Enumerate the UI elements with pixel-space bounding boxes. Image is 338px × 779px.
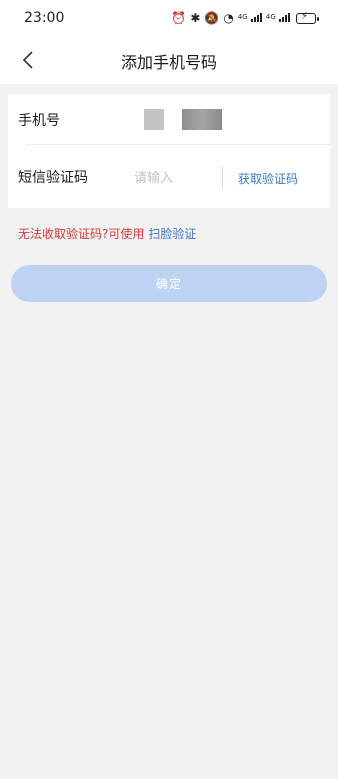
status-icons: ⏰ ✱ 🔕 ◔ 4G 4G ⚡ bbox=[171, 11, 319, 25]
get-code-button[interactable]: 获取验证码 bbox=[238, 170, 298, 187]
network-type-label: 4G bbox=[265, 12, 276, 21]
phone-label: 手机号 bbox=[18, 113, 60, 129]
nav-bar: 添加手机号码 bbox=[0, 36, 338, 84]
fallback-line: 无法收取验证码?可使用 扫脸验证 bbox=[18, 225, 196, 242]
network-type-label: 4G bbox=[237, 12, 248, 21]
chevron-left-icon bbox=[22, 51, 33, 69]
signal-icon: 4G bbox=[266, 12, 290, 25]
face-verify-link[interactable]: 扫脸验证 bbox=[148, 227, 196, 241]
status-bar: 23:00 ⏰ ✱ 🔕 ◔ 4G 4G ⚡ bbox=[0, 0, 338, 36]
bluetooth-icon: ✱ bbox=[190, 11, 201, 25]
mute-icon: 🔕 bbox=[204, 11, 220, 25]
mask-block bbox=[144, 109, 164, 130]
vertical-divider bbox=[222, 166, 223, 188]
page-title: 添加手机号码 bbox=[120, 53, 217, 72]
sms-code-input[interactable] bbox=[132, 166, 212, 190]
battery-charging-icon: ⚡ bbox=[296, 11, 319, 24]
confirm-button[interactable]: 确定 bbox=[11, 265, 327, 302]
sms-code-label: 短信验证码 bbox=[18, 170, 88, 186]
wifi-icon: ◔ bbox=[223, 11, 234, 25]
status-time: 23:00 bbox=[24, 10, 65, 26]
form-card: 手机号 短信验证码 获取验证码 bbox=[8, 94, 330, 208]
mask-block bbox=[182, 109, 222, 130]
fallback-text: 无法收取验证码?可使用 bbox=[18, 227, 145, 241]
alarm-icon: ⏰ bbox=[171, 11, 187, 25]
back-button[interactable] bbox=[14, 46, 42, 74]
signal-icon: 4G bbox=[238, 12, 262, 25]
masked-phone-number bbox=[144, 109, 222, 130]
divider bbox=[26, 144, 330, 145]
